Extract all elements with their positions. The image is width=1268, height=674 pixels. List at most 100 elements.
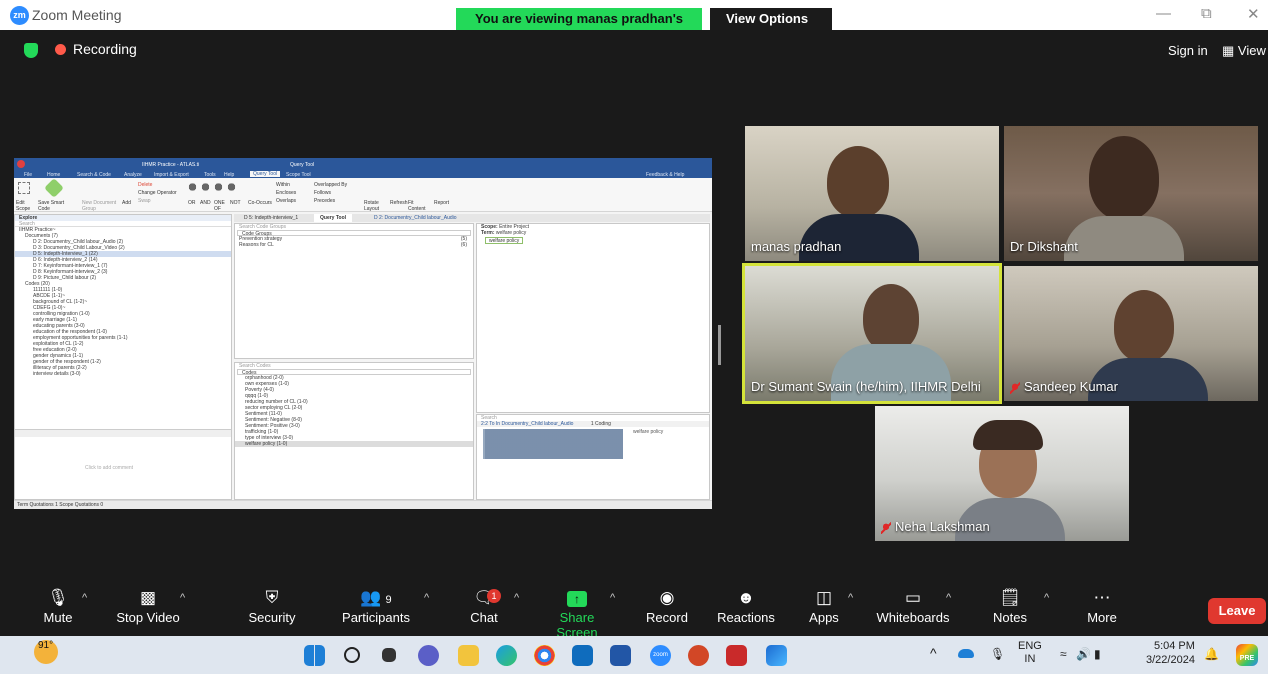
term-chip[interactable]: welfare policy (485, 237, 524, 244)
add-comment-placeholder[interactable]: Click to add comment (85, 465, 133, 471)
reactions-button[interactable]: ☻ Reactions (716, 586, 776, 625)
menu-query-tool[interactable]: Query Tool (250, 171, 281, 177)
onedrive-icon[interactable] (958, 649, 974, 658)
new-document-group-button[interactable]: New Document Group (82, 200, 118, 212)
stop-video-label: Stop Video (116, 610, 180, 625)
video-tile[interactable]: manas pradhan (745, 126, 999, 261)
codes-list: orphanhood (2-0) own expenses (1-0) Povert… (235, 375, 473, 447)
start-icon[interactable] (304, 645, 325, 666)
doc-tab[interactable]: D 2: Documentry_Child labour_Audio (374, 215, 457, 221)
participants-button[interactable]: 👥 9 Participants (340, 586, 412, 625)
code-item[interactable]: welfare policy (1-0) (235, 441, 473, 447)
chrome-icon[interactable] (534, 645, 555, 666)
photos-icon[interactable] (766, 645, 787, 666)
doc-tab[interactable]: D 5: Indepth-interview_1 (244, 215, 298, 221)
chevron-up-icon[interactable]: ^ (930, 645, 937, 661)
minimize-icon[interactable]: — (1156, 5, 1171, 22)
within-button[interactable]: Within (276, 182, 290, 188)
chevron-up-icon[interactable]: ^ (180, 592, 185, 604)
view-button[interactable]: ▦ View (1222, 43, 1266, 59)
shared-screen: IIHMR Practice - ATLAS.ti Query Tool Fil… (14, 158, 712, 509)
sign-in-link[interactable]: Sign in (1168, 43, 1208, 58)
wifi-icon[interactable]: ≈ (1060, 647, 1067, 661)
participants-icon: 👥 9 (360, 588, 392, 607)
video-tile[interactable]: Neha Lakshman (875, 406, 1129, 541)
record-button[interactable]: ◉ Record (644, 586, 690, 625)
fit-content-button[interactable]: Fit Content (408, 200, 430, 212)
chevron-up-icon[interactable]: ^ (848, 592, 853, 604)
stop-video-button[interactable]: ▩ Stop Video (112, 586, 184, 625)
op-or[interactable]: OR (188, 200, 196, 206)
video-tile-active-speaker[interactable]: Dr Sumant Swain (he/him), IIHMR Delhi (742, 263, 1002, 404)
code-group-item[interactable]: Reasons for CL (6) (235, 242, 473, 248)
search-icon[interactable] (344, 647, 360, 663)
more-dots-icon: ⋯ (1093, 588, 1111, 607)
encloses-button[interactable]: Encloses (276, 190, 296, 196)
atlas-title-bar: IIHMR Practice - ATLAS.ti Query Tool (14, 158, 712, 171)
overlaps-button[interactable]: Overlaps (276, 198, 296, 204)
notification-bell-icon[interactable]: 🔔 (1204, 647, 1219, 661)
teams-chat-icon[interactable] (418, 645, 439, 666)
view-options-button[interactable]: View Options ⌄ (710, 8, 832, 48)
chevron-up-icon[interactable]: ^ (946, 592, 951, 604)
overlapped-by-button[interactable]: Overlapped By (314, 182, 347, 188)
op-and[interactable]: AND (200, 200, 211, 206)
zoom-taskbar-icon[interactable]: zoom (650, 645, 671, 666)
delete-button[interactable]: Delete (138, 182, 152, 188)
precedes-button[interactable]: Precedes (314, 198, 335, 204)
leave-button[interactable]: Leave (1208, 598, 1266, 624)
close-icon[interactable]: ✕ (1247, 5, 1260, 23)
edit-scope-button[interactable]: Edit Scope (16, 200, 40, 212)
participant-name: Dr Sumant Swain (he/him), IIHMR Delhi (751, 379, 981, 394)
security-button[interactable]: ⛨ Security (244, 586, 300, 625)
video-tile[interactable]: Dr Dikshant (1004, 126, 1258, 261)
restore-icon[interactable]: ⧉ (1201, 5, 1212, 22)
refresh-button[interactable]: Refresh (390, 200, 408, 206)
participant-name: manas pradhan (751, 239, 842, 254)
battery-icon[interactable]: ▮ (1094, 647, 1101, 661)
operator-icons (186, 182, 240, 192)
powerpoint-icon[interactable] (688, 645, 709, 666)
swap-button[interactable]: Swap (138, 198, 151, 204)
share-screen-button[interactable]: ↑ Share Screen (538, 586, 616, 640)
file-explorer-icon[interactable] (458, 645, 479, 666)
report-button[interactable]: Report (434, 200, 449, 206)
outlook-icon[interactable] (572, 645, 593, 666)
microphone-tray-icon[interactable]: 🎙 (990, 647, 1005, 661)
video-tile[interactable]: Sandeep Kumar (1004, 266, 1258, 401)
change-operator-button[interactable]: Change Operator (138, 190, 177, 196)
co-occurs-button[interactable]: Co-Occurs (248, 200, 272, 206)
edit-scope-icon (18, 182, 30, 194)
notes-button[interactable]: 🗒 Notes (990, 586, 1030, 625)
rotate-layout-button[interactable]: Rotate Layout (364, 200, 386, 212)
edge-icon[interactable] (496, 645, 517, 666)
clock[interactable]: 5:04 PM 3/22/2024 (1146, 639, 1195, 667)
more-button[interactable]: ⋯ More (1082, 586, 1122, 625)
doc-tab-active[interactable]: Query Tool (314, 214, 353, 222)
atlas-body: Explore Search IIHMR Practice~ Documents … (14, 214, 712, 503)
store-icon[interactable] (610, 645, 631, 666)
acrobat-icon[interactable] (726, 645, 747, 666)
apps-button[interactable]: ◫ Apps (806, 586, 842, 625)
chevron-up-icon[interactable]: ^ (82, 592, 87, 604)
chevron-up-icon[interactable]: ^ (1044, 592, 1049, 604)
op-one-of[interactable]: ONE OF (214, 200, 226, 212)
follows-button[interactable]: Follows (314, 190, 331, 196)
mute-button[interactable]: 🎙 Mute (38, 586, 78, 625)
tree-item[interactable]: interview details (3-0) (15, 371, 231, 377)
add-button[interactable]: Add (122, 200, 131, 206)
whiteboards-button[interactable]: ▭ Whiteboards (876, 586, 950, 625)
copilot-icon[interactable]: PRE (1236, 644, 1258, 666)
op-not[interactable]: NOT (230, 200, 241, 206)
chevron-up-icon[interactable]: ^ (424, 592, 429, 604)
resize-handle[interactable] (718, 325, 721, 365)
results-doc: 2:2 To In Documentry_Child labour_Audio (481, 421, 574, 427)
chevron-up-icon[interactable]: ^ (514, 592, 519, 604)
task-view-icon[interactable] (382, 648, 396, 662)
save-smart-code-button[interactable]: Save Smart Code (38, 200, 76, 212)
reactions-label: Reactions (717, 610, 775, 625)
participant-name: Neha Lakshman (895, 519, 990, 534)
chevron-up-icon[interactable]: ^ (610, 592, 615, 604)
language-indicator[interactable]: ENG IN (1018, 640, 1042, 666)
volume-icon[interactable]: 🔊 (1076, 647, 1091, 661)
